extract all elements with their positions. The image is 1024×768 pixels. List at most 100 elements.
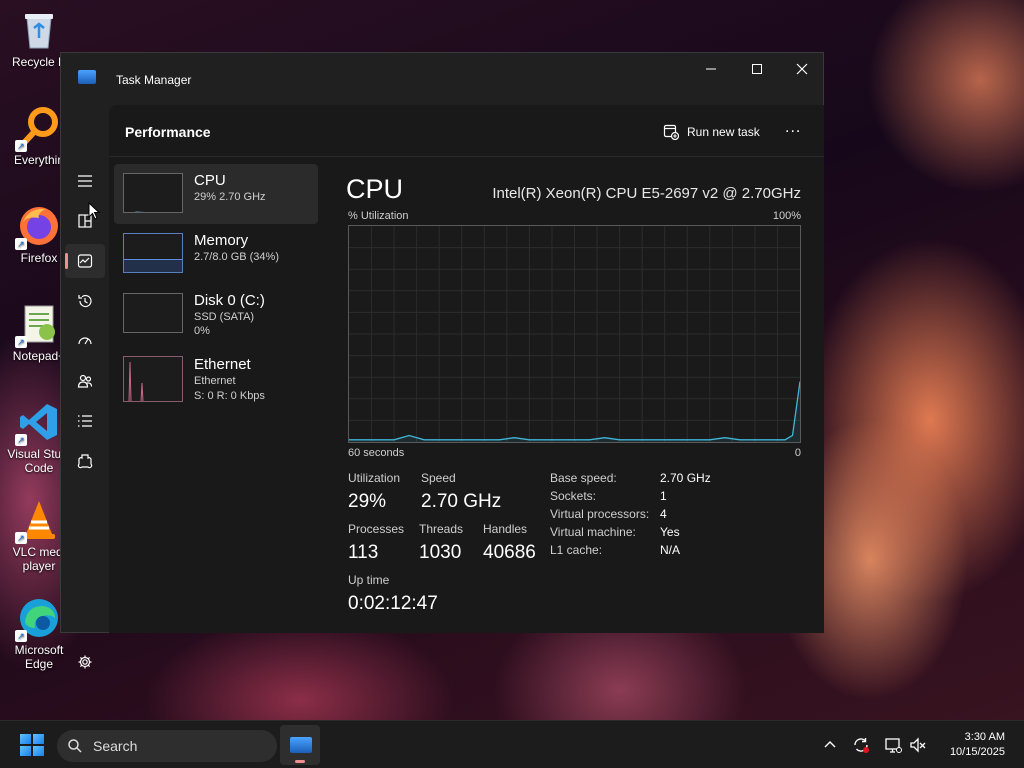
resource-name: Ethernet xyxy=(194,356,251,373)
details-icon xyxy=(78,415,92,427)
run-new-task-button[interactable]: Run new task xyxy=(663,121,760,143)
resource-name: Disk 0 (C:) xyxy=(194,292,265,309)
gear-icon xyxy=(78,655,92,669)
mouse-cursor-icon xyxy=(88,202,100,220)
nav-services[interactable] xyxy=(65,444,105,478)
nav-hamburger-menu[interactable] xyxy=(65,164,105,198)
spec-value: 1 xyxy=(660,489,667,503)
resource-subtitle-2: 0% xyxy=(194,325,210,337)
firefox-icon: ↗ xyxy=(15,204,61,250)
cpu-detail-panel: CPU Intel(R) Xeon(R) CPU E5-2697 v2 @ 2.… xyxy=(345,157,815,633)
detail-title: CPU xyxy=(346,174,404,204)
utilization-label: Utilization xyxy=(348,471,401,485)
processes-value: 113 xyxy=(348,542,379,563)
uptime-value: 0:02:12:47 xyxy=(348,593,438,614)
users-icon xyxy=(77,374,93,388)
active-app-indicator xyxy=(295,760,305,763)
run-task-icon xyxy=(663,124,679,140)
nav-rail xyxy=(61,105,109,669)
cpu-model-name: Intel(R) Xeon(R) CPU E5-2697 v2 @ 2.70GH… xyxy=(492,185,801,202)
spec-key: Virtual machine: xyxy=(550,525,636,539)
close-button[interactable] xyxy=(779,53,825,85)
nav-app-history[interactable] xyxy=(65,284,105,318)
task-manager-icon xyxy=(290,737,312,753)
memory-thumbnail-graph xyxy=(123,233,183,273)
search-icon xyxy=(68,739,82,753)
spec-key: Virtual processors: xyxy=(550,507,650,521)
spec-value: Yes xyxy=(660,525,680,539)
resource-subtitle: 2.7/8.0 GB (34%) xyxy=(194,251,279,263)
spec-value: 4 xyxy=(660,507,667,521)
page-title: Performance xyxy=(125,124,211,140)
maximize-button[interactable] xyxy=(734,53,780,85)
threads-label: Threads xyxy=(419,522,464,536)
run-new-task-label: Run new task xyxy=(687,125,760,139)
task-manager-window: Task Manager Performance Run new task ..… xyxy=(60,52,824,669)
shortcut-arrow-icon: ↗ xyxy=(15,336,27,348)
resource-name: CPU xyxy=(194,172,226,189)
resource-item-memory[interactable]: Memory 2.7/8.0 GB (34%) xyxy=(114,224,318,284)
title-bar[interactable]: Task Manager xyxy=(61,53,823,105)
nav-details[interactable] xyxy=(65,404,105,438)
resource-subtitle: 29% 2.70 GHz xyxy=(194,191,266,203)
resource-item-ethernet[interactable]: Ethernet Ethernet S: 0 R: 0 Kbps xyxy=(114,350,318,410)
clock-date: 10/15/2025 xyxy=(949,746,1005,758)
cpu-chart-svg xyxy=(349,226,801,442)
graph-x-min-label: 0 xyxy=(794,447,801,459)
resource-item-disk[interactable]: Disk 0 (C:) SSD (SATA) 0% xyxy=(114,284,318,344)
minimize-icon xyxy=(706,68,716,70)
shortcut-arrow-icon: ↗ xyxy=(15,140,27,152)
network-button[interactable] xyxy=(884,736,902,754)
handles-value: 40686 xyxy=(483,542,536,563)
spec-value: N/A xyxy=(660,543,681,557)
system-clock[interactable]: 3:30 AM 10/15/2025 xyxy=(950,730,1005,760)
more-options-button[interactable]: ... xyxy=(785,119,801,137)
sync-icon xyxy=(854,738,869,753)
network-icon xyxy=(885,738,902,753)
speed-value: 2.70 GHz xyxy=(421,491,502,512)
startup-icon xyxy=(78,337,92,345)
everything-search-icon: ↗ xyxy=(15,106,61,152)
graph-y-max-label: 100% xyxy=(772,210,801,222)
close-icon xyxy=(796,63,808,75)
start-button[interactable] xyxy=(20,734,44,756)
page-header: Performance Run new task ... xyxy=(109,105,824,157)
nav-startup-apps[interactable] xyxy=(65,324,105,358)
services-icon xyxy=(77,454,93,469)
threads-value: 1030 xyxy=(419,542,462,563)
taskbar-task-manager[interactable] xyxy=(280,725,320,765)
resource-item-cpu[interactable]: CPU 29% 2.70 GHz xyxy=(114,164,318,224)
window-title: Task Manager xyxy=(116,73,192,87)
hamburger-icon xyxy=(78,175,92,187)
show-hidden-icons-button[interactable] xyxy=(821,736,839,754)
search-label: Search xyxy=(93,738,138,754)
maximize-icon xyxy=(752,64,762,74)
vscode-icon: ↗ xyxy=(15,400,61,446)
shortcut-arrow-icon: ↗ xyxy=(15,238,27,250)
uptime-label: Up time xyxy=(348,573,390,587)
sync-status-button[interactable] xyxy=(852,736,870,754)
speed-label: Speed xyxy=(421,471,456,485)
edge-icon: ↗ xyxy=(15,596,61,642)
graph-x-label: 60 seconds xyxy=(348,447,405,459)
taskbar: Search 3:30 AM 10/15/2025 xyxy=(0,720,1024,768)
resource-name: Memory xyxy=(194,232,249,249)
vlc-icon: ↗ xyxy=(15,498,61,544)
graph-y-label: % Utilization xyxy=(348,210,409,222)
nav-users[interactable] xyxy=(65,364,105,398)
minimize-button[interactable] xyxy=(688,53,734,85)
spec-key: Sockets: xyxy=(550,489,597,503)
nav-performance[interactable] xyxy=(65,244,105,278)
cpu-utilization-graph xyxy=(348,225,801,443)
volume-button[interactable] xyxy=(909,736,927,754)
resource-subtitle: Ethernet xyxy=(194,375,236,387)
spec-key: Base speed: xyxy=(550,471,617,485)
shortcut-arrow-icon: ↗ xyxy=(15,434,27,446)
taskbar-search[interactable]: Search xyxy=(57,730,277,762)
nav-settings[interactable] xyxy=(65,645,105,679)
task-manager-app-icon xyxy=(78,70,96,84)
cpu-thumbnail-graph xyxy=(123,173,183,213)
resource-subtitle-2: S: 0 R: 0 Kbps xyxy=(194,390,265,402)
processes-label: Processes xyxy=(348,522,405,536)
volume-muted-icon xyxy=(910,737,926,753)
